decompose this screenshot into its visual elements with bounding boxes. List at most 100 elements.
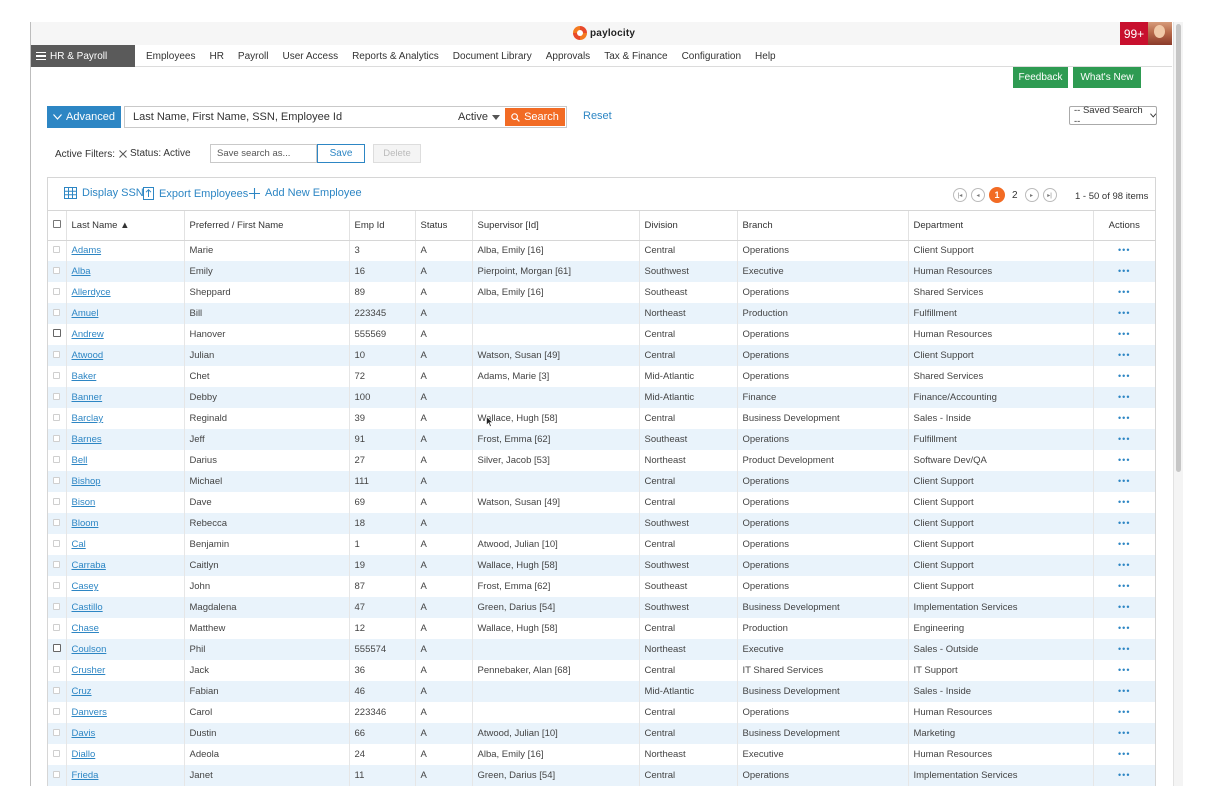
advanced-search-button[interactable]: Advanced xyxy=(47,106,121,128)
row-checkbox[interactable] xyxy=(53,456,61,463)
more-actions-icon[interactable]: ••• xyxy=(1118,287,1130,297)
employee-last-name-link[interactable]: Amuel xyxy=(72,308,99,319)
row-checkbox[interactable] xyxy=(53,729,61,736)
table-row[interactable]: Bell Darius 27 A Silver, Jacob [53] Northeast… xyxy=(48,450,1155,471)
table-row[interactable]: Bison Dave 69 A Watson, Susan [49] Central Ope… xyxy=(48,492,1155,513)
table-row[interactable]: Davis Dustin 66 A Atwood, Julian [10] Central… xyxy=(48,723,1155,744)
row-checkbox[interactable] xyxy=(53,519,61,526)
close-icon[interactable] xyxy=(119,149,127,158)
nav-help[interactable]: Help xyxy=(755,51,776,62)
more-actions-icon[interactable]: ••• xyxy=(1118,770,1130,780)
table-row[interactable]: Crusher Jack 36 A Pennebaker, Alan [68] Centr… xyxy=(48,660,1155,681)
more-actions-icon[interactable]: ••• xyxy=(1118,266,1130,276)
more-actions-icon[interactable]: ••• xyxy=(1118,245,1130,255)
employee-last-name-link[interactable]: Bloom xyxy=(72,518,99,529)
col-supervisor[interactable]: Supervisor [Id] xyxy=(472,211,640,241)
employee-last-name-link[interactable]: Barclay xyxy=(72,413,104,424)
col-department[interactable]: Department xyxy=(908,211,1094,241)
save-search-name-input[interactable] xyxy=(210,144,317,163)
employee-last-name-link[interactable]: Bison xyxy=(72,497,96,508)
row-checkbox[interactable] xyxy=(53,246,61,254)
employee-last-name-link[interactable]: Barnes xyxy=(72,434,102,445)
row-checkbox[interactable] xyxy=(53,771,61,778)
employee-last-name-link[interactable]: Danvers xyxy=(72,707,107,718)
table-row[interactable]: Frieda Janet 11 A Green, Darius [54] Central O… xyxy=(48,765,1155,786)
prev-page-icon[interactable]: ◂ xyxy=(971,188,985,202)
paylocity-logo[interactable]: paylocity xyxy=(573,26,635,40)
table-row[interactable]: Adams Marie 3 A Alba, Emily [16] Central Opera… xyxy=(48,240,1155,261)
employee-last-name-link[interactable]: Banner xyxy=(72,392,103,403)
col-status[interactable]: Status xyxy=(415,211,473,241)
next-page-icon[interactable]: ▸ xyxy=(1024,188,1039,202)
more-actions-icon[interactable]: ••• xyxy=(1118,707,1130,717)
row-checkbox[interactable] xyxy=(53,435,61,442)
row-checkbox[interactable] xyxy=(53,393,61,400)
row-checkbox[interactable] xyxy=(53,288,61,295)
table-row[interactable]: Coulson Phil 555574 A Northeast Executive Sale… xyxy=(48,639,1155,660)
row-checkbox[interactable] xyxy=(53,414,61,421)
more-actions-icon[interactable]: ••• xyxy=(1118,497,1130,507)
table-row[interactable]: Atwood Julian 10 A Watson, Susan [49] Central… xyxy=(48,345,1155,366)
employee-last-name-link[interactable]: Atwood xyxy=(72,350,104,361)
row-checkbox[interactable] xyxy=(53,540,61,547)
more-actions-icon[interactable]: ••• xyxy=(1118,749,1130,759)
more-actions-icon[interactable]: ••• xyxy=(1118,518,1130,528)
more-actions-icon[interactable]: ••• xyxy=(1118,602,1130,612)
nav-tax-finance[interactable]: Tax & Finance xyxy=(604,51,667,62)
table-row[interactable]: Alba Emily 16 A Pierpoint, Morgan [61] Southw… xyxy=(48,261,1155,282)
more-actions-icon[interactable]: ••• xyxy=(1118,728,1130,738)
row-checkbox[interactable] xyxy=(53,666,61,673)
notification-badge[interactable]: 99+ xyxy=(1120,22,1148,45)
table-row[interactable]: Bloom Rebecca 18 A Southwest Operations Client… xyxy=(48,513,1155,534)
first-page-icon[interactable]: |◂ xyxy=(953,188,967,202)
more-actions-icon[interactable]: ••• xyxy=(1118,686,1130,696)
row-checkbox[interactable] xyxy=(53,561,61,568)
employee-last-name-link[interactable]: Cal xyxy=(72,539,86,550)
table-row[interactable]: Carraba Caitlyn 19 A Wallace, Hugh [58] South… xyxy=(48,555,1155,576)
nav-approvals[interactable]: Approvals xyxy=(546,51,590,62)
more-actions-icon[interactable]: ••• xyxy=(1118,434,1130,444)
page-1-button[interactable]: 1 xyxy=(989,187,1005,203)
table-row[interactable]: Amuel Bill 223345 A Northeast Production Fulfi… xyxy=(48,303,1155,324)
employee-last-name-link[interactable]: Casey xyxy=(72,581,99,592)
row-checkbox[interactable] xyxy=(53,708,61,715)
employee-last-name-link[interactable]: Bell xyxy=(72,455,88,466)
more-actions-icon[interactable]: ••• xyxy=(1118,665,1130,675)
reset-link[interactable]: Reset xyxy=(583,110,612,122)
table-row[interactable]: Casey John 87 A Frost, Emma [62] Southeast Ope… xyxy=(48,576,1155,597)
col-emp-id[interactable]: Emp Id xyxy=(349,211,416,241)
employee-last-name-link[interactable]: Bishop xyxy=(72,476,101,487)
row-checkbox[interactable] xyxy=(53,498,61,505)
nav-payroll[interactable]: Payroll xyxy=(238,51,269,62)
employee-last-name-link[interactable]: Baker xyxy=(72,371,97,382)
table-row[interactable]: Andrew Hanover 555569 A Central Operations Hum… xyxy=(48,324,1155,345)
module-menu-button[interactable]: HR & Payroll xyxy=(31,45,135,67)
status-select[interactable]: Active xyxy=(458,111,500,123)
row-checkbox[interactable] xyxy=(53,603,61,610)
table-row[interactable]: Cruz Fabian 46 A Mid-Atlantic Business Develo… xyxy=(48,681,1155,702)
select-all-checkbox[interactable] xyxy=(52,219,61,228)
more-actions-icon[interactable]: ••• xyxy=(1118,476,1130,486)
scrollbar-thumb[interactable] xyxy=(1176,24,1181,472)
table-row[interactable]: Danvers Carol 223346 A Central Operations Huma… xyxy=(48,702,1155,723)
table-row[interactable]: Barclay Reginald 39 A Wallace, Hugh [58] Cent… xyxy=(48,408,1155,429)
row-checkbox[interactable] xyxy=(53,687,61,694)
employee-last-name-link[interactable]: Allerdyce xyxy=(72,287,111,298)
employee-last-name-link[interactable]: Diallo xyxy=(72,749,96,760)
row-checkbox[interactable] xyxy=(52,329,61,337)
more-actions-icon[interactable]: ••• xyxy=(1118,371,1130,381)
employee-last-name-link[interactable]: Davis xyxy=(72,728,96,739)
last-page-icon[interactable]: ▸| xyxy=(1042,188,1057,202)
employee-last-name-link[interactable]: Coulson xyxy=(72,644,107,655)
employee-last-name-link[interactable]: Chase xyxy=(72,623,99,634)
nav-configuration[interactable]: Configuration xyxy=(682,51,741,62)
filter-chip-status[interactable]: Status: Active xyxy=(119,148,191,159)
nav-employees[interactable]: Employees xyxy=(146,51,195,62)
add-new-employee-button[interactable]: Add New Employee xyxy=(249,187,362,199)
employee-last-name-link[interactable]: Andrew xyxy=(72,329,104,340)
table-row[interactable]: Bishop Michael 111 A Central Operations Client… xyxy=(48,471,1155,492)
display-ssn-button[interactable]: Display SSN xyxy=(64,187,144,199)
table-row[interactable]: Castillo Magdalena 47 A Green, Darius [54] So… xyxy=(48,597,1155,618)
row-checkbox[interactable] xyxy=(53,582,61,589)
employee-last-name-link[interactable]: Crusher xyxy=(72,665,106,676)
